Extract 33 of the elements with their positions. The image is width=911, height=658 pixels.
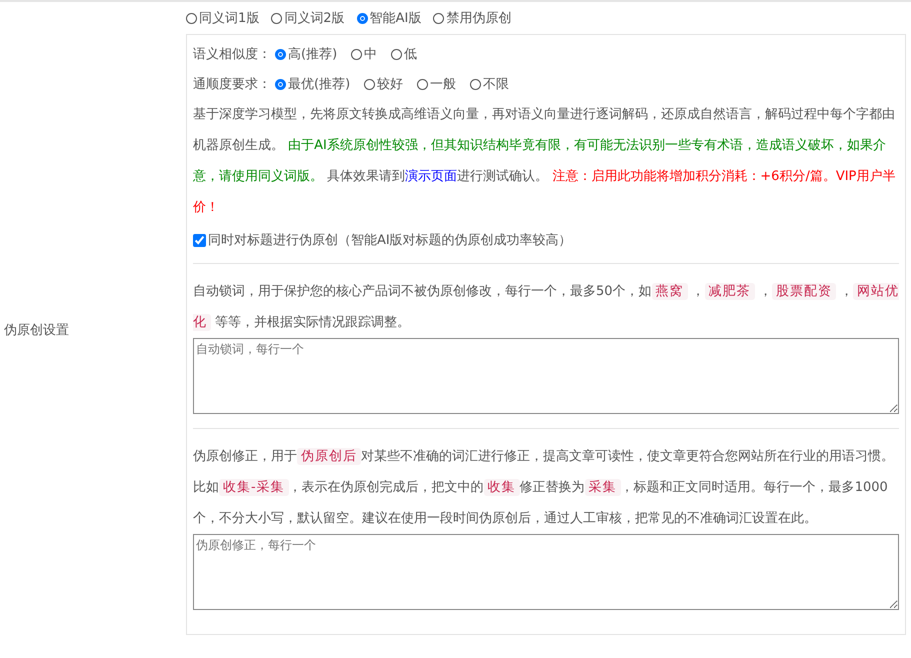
- demo-link[interactable]: 演示页面: [405, 169, 458, 184]
- radio-button[interactable]: [364, 78, 376, 90]
- mode-option[interactable]: 同义词1版: [186, 9, 260, 27]
- radio-button[interactable]: [391, 48, 402, 60]
- mode-option[interactable]: 同义词2版: [271, 9, 345, 27]
- setting-option[interactable]: 低: [391, 45, 418, 63]
- radio-button[interactable]: [433, 12, 444, 24]
- lock-words-description: 自动锁词，用于保护您的核心产品词不被伪原创修改，每行一个，最多50个，如 燕窝 ， 减肥茶 ， 股票配资 ， 网站优化 等等，并根据实际情况跟踪调整。: [193, 282, 899, 333]
- text-area[interactable]: 伪原创修正，每行一个: [193, 534, 899, 610]
- radio-button[interactable]: [275, 78, 286, 90]
- mode-option[interactable]: 智能AI版: [356, 9, 422, 27]
- radio-button[interactable]: [417, 78, 428, 90]
- radio-button[interactable]: [356, 12, 368, 24]
- setting-option[interactable]: 不限: [470, 75, 510, 93]
- section-label: 伪原创设置: [4, 322, 69, 339]
- radio-button[interactable]: [470, 78, 482, 90]
- setting-option[interactable]: 一般: [417, 75, 456, 93]
- setting-option[interactable]: 中: [351, 45, 378, 63]
- setting-option[interactable]: 高(推荐): [275, 45, 338, 63]
- radio-button[interactable]: [351, 48, 362, 60]
- setting-option[interactable]: 最优(推荐): [275, 75, 350, 93]
- radio-button[interactable]: [186, 12, 197, 24]
- text-area[interactable]: 自动锁词，每行一个: [193, 338, 899, 414]
- title-checkbox-option[interactable]: 同时对标题进行伪原创（智能AI版对标题的伪原创成功率较高）: [193, 231, 572, 249]
- description-text: 基于深度学习模型，先将原文转换成高维语义向量，再对语义向量进行逐词解码，还原成自然语言，解码过程中每个字都由机器原创生成。 由于AI系统原创性较强，但其知识结构毕竟有限，有可能无法识别一些专有术语，造成语义破坏，如果介意，请使用同义词版。 具体效果请到演示页面进行测试确认。 注意：启用此功能将增加积分消耗：+6积分/篇。VIP用户半价！: [193, 106, 896, 217]
- radio-button[interactable]: [271, 12, 282, 24]
- corrections-description: 伪原创修正，用于 伪原创后 对某些不准确的词汇进行修正，提高文章可读性，使文章更符合您网站所在行业的用语习惯。比如 收集-采集 ，表示在伪原创完成后，把文中的 收集 修正替换为 采集 ，标题和正文同时适用。每行一个，最多1000个，不分大小写，默认留空。建议在使用一段时间伪原创后，通过人工审核，把常见的不准确词汇设置在此。: [193, 447, 895, 528]
- setting-label: 通顺度要求：: [193, 76, 271, 93]
- mode-option[interactable]: 禁用伪原创: [433, 9, 512, 27]
- checkbox[interactable]: [193, 234, 206, 246]
- radio-button[interactable]: [275, 48, 286, 60]
- setting-label: 语义相似度：: [193, 46, 271, 63]
- setting-option[interactable]: 较好: [364, 75, 404, 93]
